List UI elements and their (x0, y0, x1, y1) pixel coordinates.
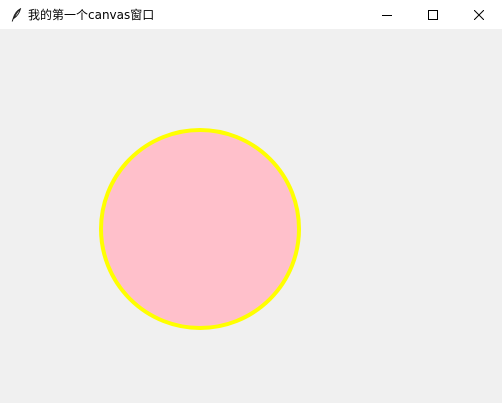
minimize-button[interactable] (364, 0, 410, 29)
canvas[interactable] (0, 29, 502, 403)
pink-circle (99, 128, 301, 330)
window-title: 我的第一个canvas窗口 (28, 8, 155, 22)
close-icon (474, 9, 484, 20)
title-bar[interactable]: 我的第一个canvas窗口 (0, 0, 502, 29)
app-window: 我的第一个canvas窗口 (0, 0, 502, 403)
window-controls (364, 0, 502, 29)
canvas-drawing (99, 128, 301, 330)
close-button[interactable] (456, 0, 502, 29)
maximize-button[interactable] (410, 0, 456, 29)
feather-icon[interactable] (8, 7, 24, 23)
maximize-icon (428, 9, 438, 20)
minimize-icon (382, 14, 392, 16)
